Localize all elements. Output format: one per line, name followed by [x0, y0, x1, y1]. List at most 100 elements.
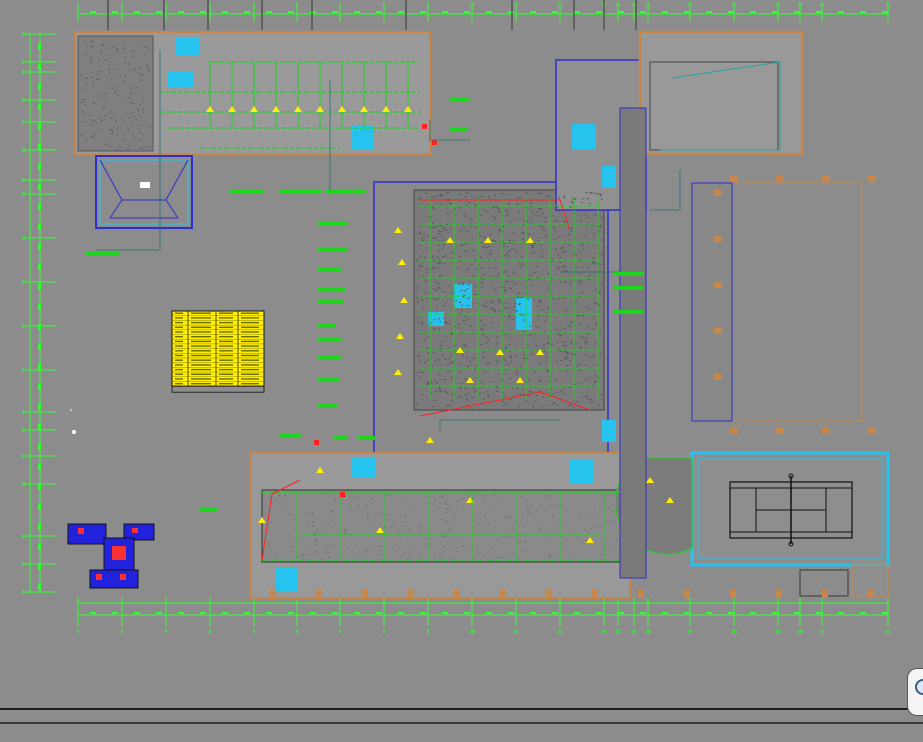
legend-cell-text [191, 354, 211, 357]
tile-mark [574, 530, 577, 531]
tile-mark [459, 363, 462, 365]
tile-mark [531, 504, 533, 506]
tile-mark [361, 556, 363, 558]
tile-mark [506, 535, 509, 537]
navigation-wheel-icon[interactable] [907, 668, 923, 716]
tile-mark [539, 215, 542, 217]
annotation-tag [318, 356, 342, 360]
tile-mark [398, 547, 401, 549]
tile-mark [450, 362, 453, 363]
tile-mark [585, 539, 587, 541]
tile-mark [586, 217, 589, 219]
tile-mark [578, 283, 581, 285]
tile-mark [144, 147, 147, 148]
tile-mark [550, 388, 553, 390]
column-marker [408, 590, 414, 598]
tile-mark [147, 49, 150, 51]
tile-mark [421, 394, 424, 396]
tile-mark [539, 245, 542, 247]
tile-mark [110, 129, 112, 131]
dimension-text-mark [552, 612, 558, 614]
tile-mark [464, 387, 467, 389]
tile-mark [142, 73, 144, 75]
tile-mark [117, 133, 119, 135]
tile-mark [131, 51, 133, 53]
tile-mark [600, 198, 603, 200]
tile-mark [432, 237, 434, 239]
tile-mark [419, 232, 422, 234]
tile-mark [420, 526, 423, 528]
tile-mark [439, 389, 442, 391]
legend-cell-text [175, 383, 183, 385]
tile-mark [478, 392, 481, 394]
tile-mark [334, 499, 336, 501]
tile-mark [133, 50, 135, 52]
tile-mark [416, 260, 419, 261]
legend-cell-text [241, 317, 259, 319]
dimension-text-mark [420, 11, 426, 13]
tile-mark [467, 304, 470, 306]
tile-mark [287, 554, 289, 556]
tile-mark [420, 225, 423, 227]
tile-mark [93, 134, 96, 136]
tile-mark [137, 110, 140, 112]
tile-mark [584, 347, 587, 349]
tile-mark [520, 255, 523, 257]
tile-mark [509, 303, 511, 305]
tile-mark [303, 555, 305, 557]
tile-mark [499, 378, 502, 380]
tile-mark [484, 495, 486, 497]
tile-mark [537, 315, 540, 317]
tile-mark [432, 208, 435, 210]
tile-mark [427, 382, 430, 384]
tile-mark [123, 121, 126, 123]
tile-mark [110, 78, 113, 80]
tile-mark [485, 342, 488, 344]
tile-mark [484, 237, 487, 239]
tile-mark [512, 232, 515, 234]
tile-mark [442, 256, 445, 258]
tile-mark [438, 328, 440, 330]
tile-mark [529, 325, 532, 327]
tile-mark [545, 196, 548, 198]
tile-mark [139, 138, 142, 140]
tile-mark [475, 286, 478, 287]
tile-mark [601, 239, 604, 241]
tile-mark [514, 303, 517, 305]
annotation-tag [614, 272, 644, 276]
tile-mark [435, 195, 438, 197]
tile-mark [431, 365, 434, 367]
grid-label-bottom: 6 [295, 630, 298, 636]
tile-mark [588, 279, 590, 281]
column-marker [822, 590, 828, 598]
tile-mark [332, 511, 334, 513]
tile-mark [441, 274, 444, 276]
tile-mark [499, 286, 502, 288]
dimension-text-mark [38, 164, 41, 170]
tile-mark [446, 391, 449, 393]
tile-mark [592, 527, 594, 529]
tile-mark [543, 230, 546, 232]
annotation-tag [614, 286, 644, 290]
tile-mark [489, 233, 492, 235]
tile-mark [481, 329, 484, 331]
column-marker [500, 590, 506, 598]
tile-mark [418, 198, 421, 200]
tile-mark [528, 334, 531, 336]
tile-mark [445, 322, 448, 324]
tile-mark [444, 502, 447, 503]
tile-mark [433, 279, 436, 281]
tile-mark [440, 368, 443, 370]
tile-mark [598, 291, 601, 293]
tile-mark [90, 136, 93, 138]
tile-mark [595, 193, 598, 195]
tile-mark [588, 202, 591, 204]
tile-mark [613, 550, 615, 552]
tile-mark [281, 501, 283, 503]
tile-mark [494, 527, 496, 529]
legend-cell-text [175, 350, 183, 352]
tile-mark [515, 374, 518, 376]
tile-mark [472, 497, 474, 499]
grid-label-bottom: 2 [120, 630, 123, 636]
tile-mark [593, 262, 596, 264]
